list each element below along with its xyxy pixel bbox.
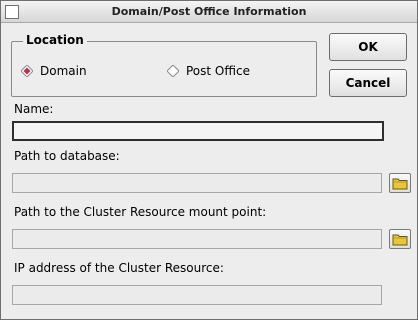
mount-point-input[interactable] bbox=[13, 230, 381, 248]
name-input[interactable] bbox=[14, 123, 382, 139]
name-label: Name: bbox=[14, 102, 54, 116]
location-group-label: Location bbox=[23, 33, 87, 47]
name-field[interactable] bbox=[12, 121, 384, 141]
folder-icon bbox=[392, 234, 408, 245]
radio-domain[interactable]: Domain bbox=[21, 64, 87, 78]
radio-post-office[interactable]: Post Office bbox=[167, 64, 250, 78]
ip-address-label: IP address of the Cluster Resource: bbox=[14, 261, 224, 275]
browse-mount-point-button[interactable] bbox=[389, 229, 411, 249]
radio-selected-icon bbox=[21, 65, 33, 77]
db-path-input[interactable] bbox=[13, 174, 381, 192]
ok-button[interactable]: OK bbox=[329, 33, 407, 61]
mount-point-label: Path to the Cluster Resource mount point… bbox=[14, 205, 267, 219]
mount-point-field[interactable] bbox=[12, 229, 382, 249]
radio-post-office-label: Post Office bbox=[186, 64, 250, 78]
db-path-field[interactable] bbox=[12, 173, 382, 193]
radio-domain-label: Domain bbox=[40, 64, 87, 78]
dialog-window: Domain/Post Office Information Location … bbox=[0, 0, 418, 320]
window-title: Domain/Post Office Information bbox=[111, 5, 307, 18]
browse-db-path-button[interactable] bbox=[389, 173, 411, 193]
title-bar[interactable]: Domain/Post Office Information bbox=[1, 1, 417, 23]
ip-address-field[interactable] bbox=[12, 285, 382, 305]
cancel-button[interactable]: Cancel bbox=[329, 69, 407, 97]
radio-unselected-icon bbox=[167, 65, 179, 77]
db-path-label: Path to database: bbox=[14, 149, 120, 163]
ip-address-input[interactable] bbox=[13, 286, 381, 304]
folder-icon bbox=[392, 178, 408, 189]
